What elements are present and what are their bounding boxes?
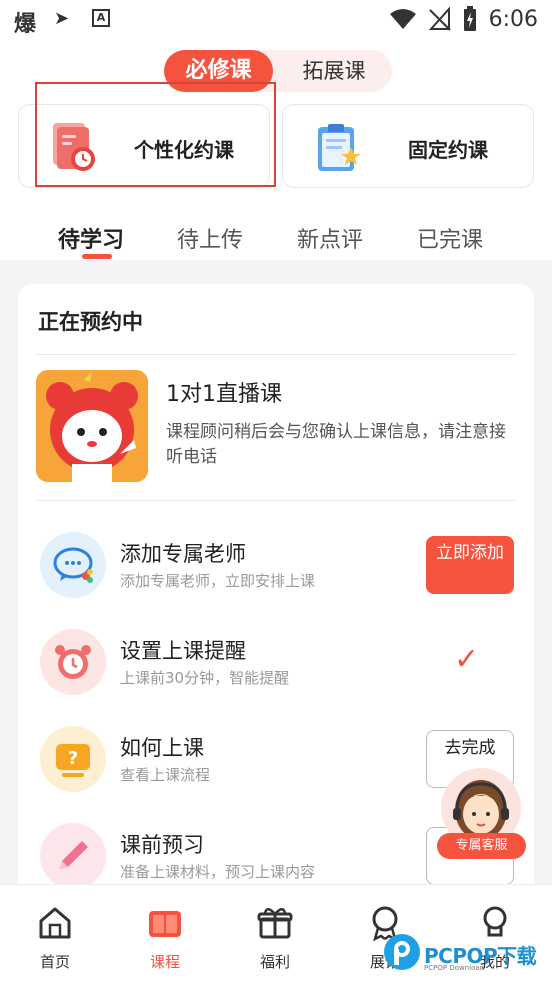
nav-course-label: 课程 xyxy=(149,953,180,971)
fixed-booking-card[interactable]: 固定约课 xyxy=(282,104,534,188)
alarm-clock-icon xyxy=(40,629,106,695)
step-add-teacher-sub: 添加专属老师，立即安排上课 xyxy=(120,572,316,590)
tab-to-upload[interactable]: 待上传 xyxy=(177,222,243,254)
divider xyxy=(36,500,516,501)
nav-welfare-label: 福利 xyxy=(259,953,290,971)
step-how-title: 如何上课 xyxy=(120,736,204,760)
step-preview-title: 课前预习 xyxy=(120,833,204,857)
wechat-icon xyxy=(40,532,106,598)
no-signal-icon xyxy=(428,7,451,31)
watermark-logo-icon xyxy=(384,934,420,970)
battery-charging-icon xyxy=(463,6,476,31)
step-preview-sub: 准备上课材料，预习上课内容 xyxy=(120,863,316,881)
step-reminder-sub: 上课前30分钟，智能提醒 xyxy=(120,669,290,687)
step-reminder-title: 设置上课提醒 xyxy=(120,639,246,663)
course-description: 课程顾问稍后会与您确认上课信息，请注意接听电话 xyxy=(166,422,506,467)
active-tab-indicator xyxy=(82,254,112,259)
tab-to-study[interactable]: 待学习 xyxy=(58,222,124,254)
tab-extended-course[interactable]: 拓展课 xyxy=(284,50,384,92)
book-icon xyxy=(149,911,181,937)
checkmark-icon: ✓ xyxy=(454,642,480,677)
step-add-teacher-title: 添加专属老师 xyxy=(120,542,246,566)
clipboard-star-icon xyxy=(318,124,361,171)
svg-text:?: ? xyxy=(68,748,78,769)
customer-service-label: 专属客服 xyxy=(437,833,526,859)
tab-new-review[interactable]: 新点评 xyxy=(297,222,363,254)
nav-home-label: 首页 xyxy=(39,953,70,971)
step-how-sub: 查看上课流程 xyxy=(120,766,211,784)
mascot-image xyxy=(36,370,148,482)
fixed-booking-label: 固定约课 xyxy=(408,138,488,162)
customer-service-float[interactable]: 专属客服 xyxy=(437,768,527,860)
app-notification-icon: 爆 xyxy=(14,12,37,37)
watermark: PCPOP下载 PCPOP Download xyxy=(382,934,552,980)
nav-home[interactable]: 首页 xyxy=(0,885,110,983)
watermark-subtext: PCPOP Download xyxy=(424,964,485,972)
nav-welfare[interactable]: 福利 xyxy=(220,885,330,983)
highlight-box xyxy=(35,82,276,187)
pencil-icon xyxy=(40,823,106,889)
panel-title: 正在预约中 xyxy=(38,310,143,334)
wifi-icon xyxy=(389,9,416,29)
divider xyxy=(36,354,516,355)
a-notification-icon: A xyxy=(92,9,110,27)
clock: 6:06 xyxy=(488,6,538,32)
question-monitor-icon: ? xyxy=(40,726,106,792)
gift-icon xyxy=(257,908,293,939)
status-bar: 爆 ➤ A 6:06 xyxy=(0,0,552,40)
add-teacher-button[interactable]: 立即添加 xyxy=(426,536,514,594)
home-icon xyxy=(39,907,71,939)
course-title: 1对1直播课 xyxy=(166,382,282,407)
nav-course[interactable]: 课程 xyxy=(110,885,220,983)
send-notification-icon: ➤ xyxy=(54,8,70,29)
tab-completed[interactable]: 已完课 xyxy=(417,222,483,254)
